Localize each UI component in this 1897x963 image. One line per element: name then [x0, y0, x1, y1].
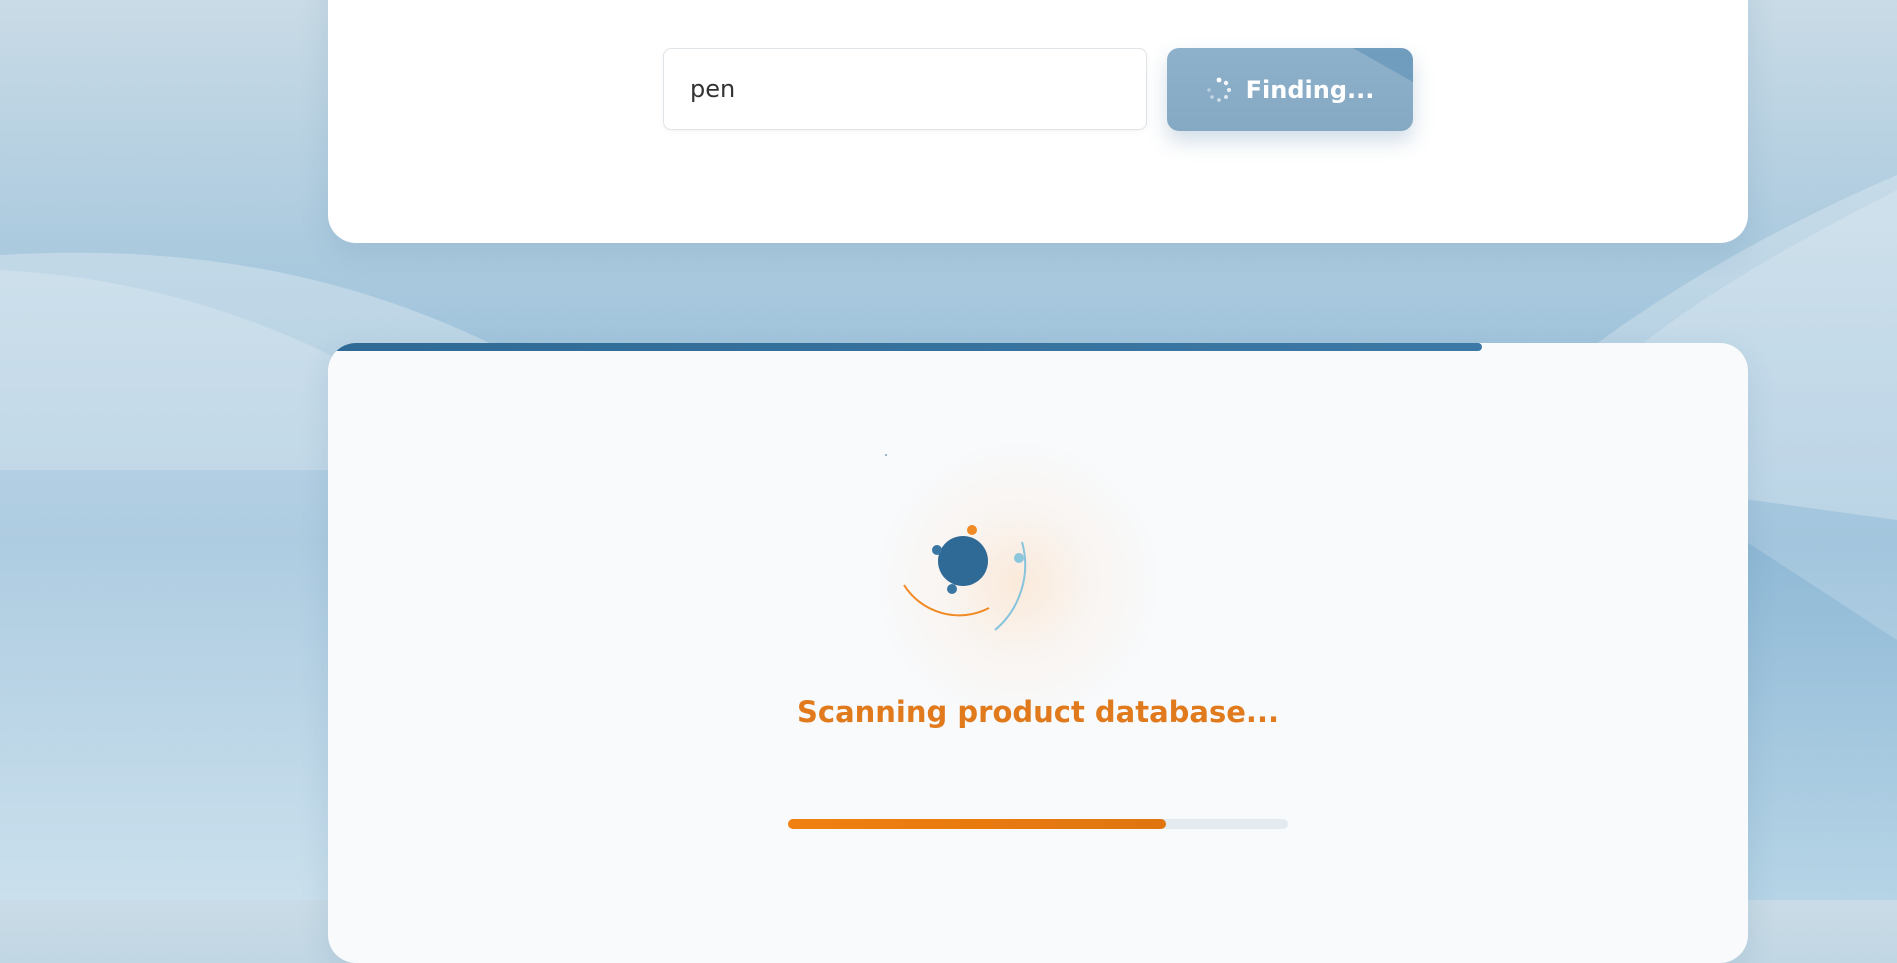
- results-card: Scanning product database...: [328, 343, 1748, 963]
- progress-fill: [788, 819, 1166, 829]
- search-input[interactable]: [663, 48, 1147, 130]
- orbit-loader-icon: [885, 454, 1027, 631]
- loading-status-text: Scanning product database...: [797, 695, 1279, 729]
- progress-bar: [788, 819, 1288, 829]
- button-corner-decoration: [1353, 48, 1413, 82]
- top-loading-bar: [328, 343, 1483, 351]
- find-button[interactable]: Finding...: [1167, 48, 1413, 131]
- spinner-icon: [1206, 77, 1231, 102]
